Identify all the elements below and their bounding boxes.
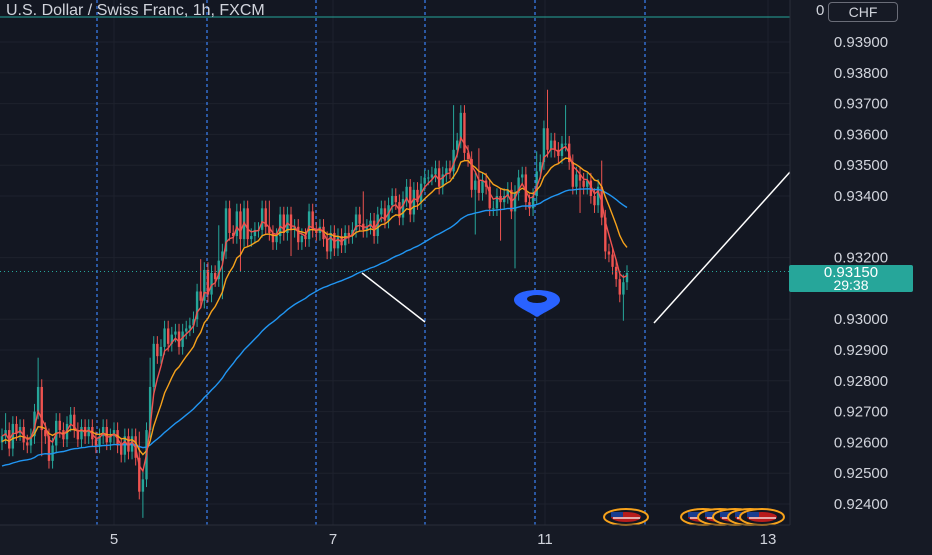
price-tick-label: 0.93400 <box>834 188 888 205</box>
candle-body <box>58 420 62 431</box>
candle-body <box>477 180 481 193</box>
candle-body <box>582 180 585 187</box>
candle-body <box>80 427 83 440</box>
candle-body <box>307 211 311 240</box>
price-tick-label: 0.92900 <box>834 342 888 359</box>
currency-button[interactable]: CHF <box>828 2 898 22</box>
time-tick-label: 7 <box>329 531 337 548</box>
candle-body <box>177 331 181 347</box>
candle-body <box>213 273 217 280</box>
candle-body <box>141 479 145 492</box>
candle-body <box>120 445 123 455</box>
candle-body <box>260 208 264 230</box>
candle-body <box>575 174 578 187</box>
price-tick-label: 0.92700 <box>834 404 888 421</box>
candle-body <box>401 199 405 218</box>
candle-body <box>69 414 72 424</box>
price-tick-label: 0.92400 <box>834 496 888 513</box>
price-tick-label: 0.93600 <box>834 126 888 143</box>
time-tick-label: 5 <box>110 531 118 548</box>
candle-body <box>271 232 275 243</box>
candle-body <box>300 236 304 243</box>
candle-body <box>159 346 163 357</box>
price-tick-label: 0.93000 <box>834 311 888 328</box>
candle-body <box>239 211 242 240</box>
candle-body <box>607 251 611 255</box>
candle-body <box>36 386 40 412</box>
candle-body <box>390 196 394 206</box>
candle-body <box>40 386 43 431</box>
candle-body <box>188 325 192 329</box>
candle-body <box>437 168 441 187</box>
candle-body <box>412 189 416 215</box>
flag-icon <box>603 508 649 526</box>
flag-icon <box>739 508 785 526</box>
candle-body <box>618 279 621 295</box>
time-tick-label: 11 <box>537 531 553 548</box>
chart-title: U.S. Dollar / Swiss Franc, 1h, FXCM <box>6 2 265 19</box>
candle-body <box>474 180 477 190</box>
candle-body <box>210 273 213 295</box>
candle-body <box>622 282 625 295</box>
candle-body <box>228 208 231 233</box>
price-tick-label: 0.92500 <box>834 465 888 482</box>
candle-body <box>347 232 351 237</box>
candle-body <box>15 423 18 434</box>
candle-body <box>163 328 166 347</box>
candle-body <box>282 214 285 233</box>
candle-body <box>593 196 596 206</box>
candle-body <box>459 112 463 141</box>
candle-body <box>289 214 293 230</box>
candle-body <box>427 177 430 179</box>
candle-body <box>174 331 177 335</box>
candle-body <box>423 177 426 184</box>
price-tick-label: 0.93800 <box>834 65 888 82</box>
chart-root: 0.93900 0.93800 0.93700 0.93600 0.93500 0.934… <box>0 0 932 550</box>
candle-body <box>26 442 29 446</box>
candle-body <box>430 174 434 178</box>
bar-countdown: 29:38 <box>833 277 869 293</box>
event-flags <box>603 508 785 526</box>
candle-body <box>625 273 629 283</box>
time-tick-label: 13 <box>760 531 777 548</box>
candle-body <box>553 140 556 150</box>
price-tick-label: 0.92800 <box>834 373 888 390</box>
candle-body <box>336 236 340 249</box>
candle-body <box>94 439 98 446</box>
flag-canton <box>611 512 623 517</box>
candle-body <box>564 143 567 145</box>
candle-body <box>199 291 202 301</box>
plot-area <box>0 0 790 525</box>
candle-body <box>246 208 249 240</box>
candle-body <box>434 168 437 175</box>
price-tick-label: 0.93500 <box>834 157 888 174</box>
flag-canton <box>747 512 759 517</box>
candle-body <box>156 343 159 357</box>
candle-body <box>235 211 239 237</box>
price-tick-label: 0.93700 <box>834 96 888 113</box>
candle-body <box>250 236 253 240</box>
last-price-tag: 0.93150 29:38 <box>789 265 913 292</box>
candle-body <box>611 254 614 267</box>
candle-body <box>11 423 15 449</box>
price-tick-label: 0.93900 <box>834 34 888 51</box>
candle-body <box>521 174 524 178</box>
candle-body <box>481 180 484 193</box>
candle-body <box>166 328 170 344</box>
candle-body <box>185 328 188 332</box>
candle-body <box>614 266 618 280</box>
candle-body <box>394 196 397 203</box>
candle-body <box>329 232 332 252</box>
candle-body <box>152 343 155 387</box>
currency-zero-label: 0 <box>816 2 825 19</box>
candle-body <box>546 128 549 150</box>
price-tick-label: 0.92600 <box>834 434 888 451</box>
candle-body <box>492 208 495 210</box>
candle-body <box>380 208 383 215</box>
candle-body <box>275 236 278 243</box>
candle-body <box>358 214 361 224</box>
candle-body <box>297 226 300 243</box>
candle-body <box>463 112 466 153</box>
